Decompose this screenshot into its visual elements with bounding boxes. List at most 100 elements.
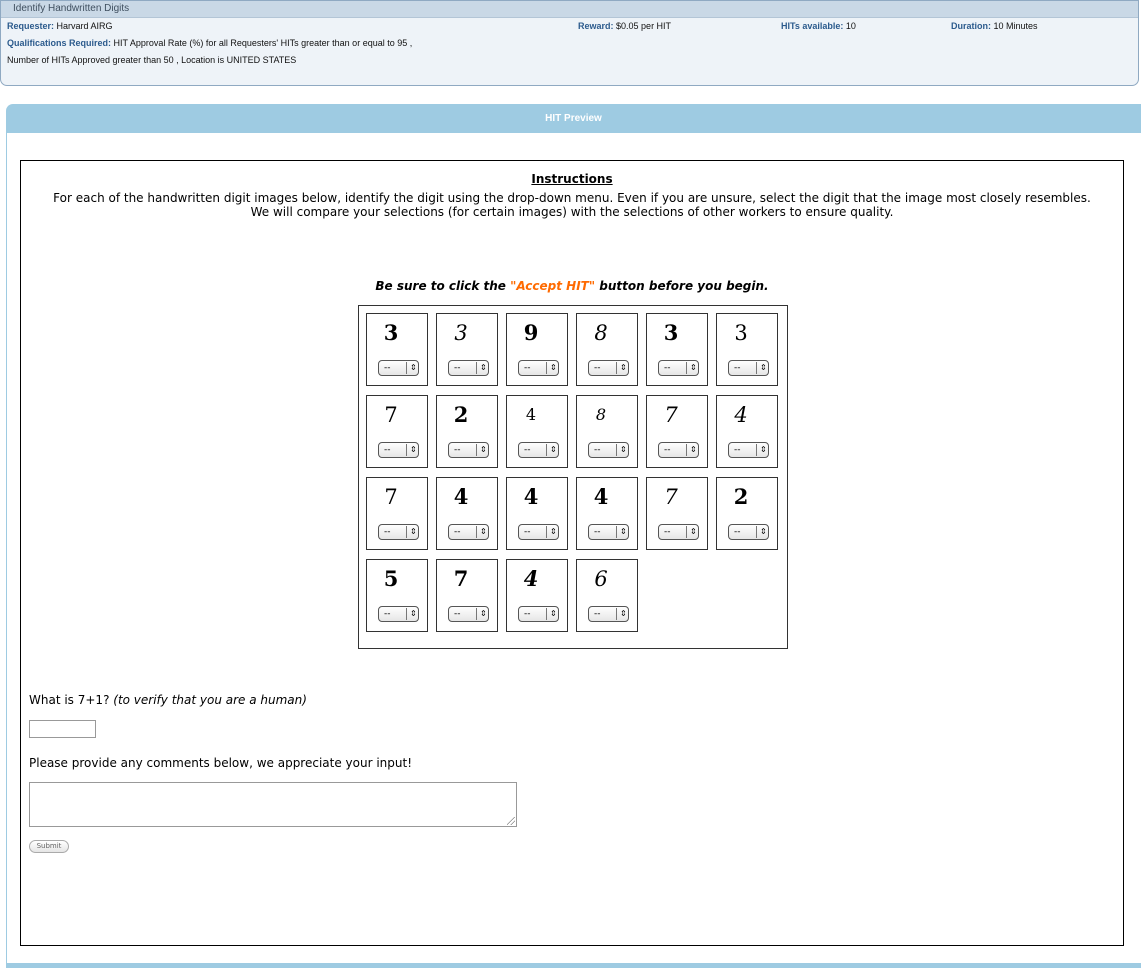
- digit-select-value: --: [594, 609, 601, 619]
- handwritten-digit-image: 7: [664, 485, 678, 509]
- accept-note: Be sure to click the "Accept HIT" button…: [21, 279, 1123, 293]
- select-divider: [616, 444, 617, 456]
- select-divider: [756, 444, 757, 456]
- digit-select[interactable]: -- ⇕: [378, 360, 419, 376]
- quals-label: Qualifications Required:: [7, 38, 112, 48]
- hit-title: Identify Handwritten Digits: [1, 1, 1138, 18]
- digit-select[interactable]: -- ⇕: [728, 442, 769, 458]
- select-divider: [756, 526, 757, 538]
- updown-arrows-icon: ⇕: [410, 527, 417, 536]
- comments-textarea[interactable]: [29, 782, 517, 827]
- requester-label: Requester:: [7, 21, 55, 31]
- digit-select-value: --: [454, 445, 461, 455]
- digit-select[interactable]: -- ⇕: [728, 360, 769, 376]
- handwritten-digit-image: 4: [525, 405, 537, 424]
- digit-select[interactable]: -- ⇕: [588, 442, 629, 458]
- digit-select[interactable]: -- ⇕: [448, 606, 489, 622]
- updown-arrows-icon: ⇕: [690, 445, 697, 454]
- digit-select[interactable]: -- ⇕: [448, 442, 489, 458]
- handwritten-digit-image: 8: [595, 405, 607, 424]
- preview-bottom-border: [6, 963, 1141, 968]
- digit-cell: 4 -- ⇕: [436, 477, 498, 550]
- handwritten-digit-image: 7: [384, 485, 398, 509]
- updown-arrows-icon: ⇕: [480, 527, 487, 536]
- submit-button[interactable]: Submit: [29, 840, 69, 853]
- digit-cell: 6 -- ⇕: [576, 559, 638, 632]
- digit-select[interactable]: -- ⇕: [518, 524, 559, 540]
- handwritten-digit-image: 2: [733, 484, 749, 509]
- handwritten-digit-image: 7: [384, 403, 398, 427]
- digit-select-value: --: [594, 445, 601, 455]
- select-divider: [616, 526, 617, 538]
- instructions-title: Instructions: [531, 172, 613, 186]
- verify-answer-input[interactable]: [29, 720, 96, 738]
- digit-cell: 2 -- ⇕: [716, 477, 778, 550]
- digit-select-value: --: [524, 363, 531, 373]
- digit-select[interactable]: -- ⇕: [378, 442, 419, 458]
- updown-arrows-icon: ⇕: [550, 527, 557, 536]
- digit-select[interactable]: -- ⇕: [588, 360, 629, 376]
- digit-select[interactable]: -- ⇕: [378, 606, 419, 622]
- digit-cell: 7 -- ⇕: [646, 395, 708, 468]
- quals-line2: Number of HITs Approved greater than 50 …: [7, 55, 297, 65]
- handwritten-digit-image: 6: [594, 567, 608, 591]
- digit-select[interactable]: -- ⇕: [518, 606, 559, 622]
- updown-arrows-icon: ⇕: [410, 363, 417, 372]
- resize-grip-icon[interactable]: [507, 817, 515, 825]
- digit-select[interactable]: -- ⇕: [518, 360, 559, 376]
- digit-select[interactable]: -- ⇕: [658, 360, 699, 376]
- handwritten-digit-image: 3: [454, 321, 468, 345]
- select-divider: [476, 444, 477, 456]
- digit-select-value: --: [594, 527, 601, 537]
- digit-select[interactable]: -- ⇕: [728, 524, 769, 540]
- digit-cell: 4 -- ⇕: [506, 395, 568, 468]
- digit-cell: 3 -- ⇕: [436, 313, 498, 386]
- digit-select[interactable]: -- ⇕: [448, 360, 489, 376]
- handwritten-digit-image: 3: [734, 321, 748, 345]
- hit-info-box: Identify Handwritten Digits Requester: H…: [0, 0, 1139, 86]
- digit-select-value: --: [664, 363, 671, 373]
- digit-cell: 8 -- ⇕: [576, 313, 638, 386]
- select-divider: [686, 526, 687, 538]
- digit-select-value: --: [454, 527, 461, 537]
- available-value: 10: [845, 21, 856, 31]
- digit-cell: 7 -- ⇕: [366, 395, 428, 468]
- duration-value: 10 Minutes: [993, 21, 1038, 31]
- updown-arrows-icon: ⇕: [550, 363, 557, 372]
- accept-hit-highlight: "Accept HIT": [510, 279, 596, 293]
- select-divider: [546, 526, 547, 538]
- available-row: HITs available: 10: [781, 20, 856, 32]
- digit-select[interactable]: -- ⇕: [448, 524, 489, 540]
- updown-arrows-icon: ⇕: [410, 609, 417, 618]
- verify-question-hint: (to verify that you are a human): [113, 693, 307, 707]
- handwritten-digit-image: 4: [523, 484, 539, 509]
- digit-select-value: --: [384, 445, 391, 455]
- digit-cell: 3 -- ⇕: [716, 313, 778, 386]
- digit-select[interactable]: -- ⇕: [658, 442, 699, 458]
- reward-value: $0.05 per HIT: [616, 21, 672, 31]
- handwritten-digit-image: 7: [453, 566, 469, 591]
- digit-select[interactable]: -- ⇕: [588, 606, 629, 622]
- digit-select-value: --: [734, 363, 741, 373]
- digit-select[interactable]: -- ⇕: [378, 524, 419, 540]
- verify-question-text: What is 7+1?: [29, 693, 110, 707]
- comments-label: Please provide any comments below, we ap…: [29, 756, 413, 770]
- updown-arrows-icon: ⇕: [690, 527, 697, 536]
- handwritten-digit-image: 3: [663, 320, 679, 345]
- digit-cell: 7 -- ⇕: [366, 477, 428, 550]
- updown-arrows-icon: ⇕: [620, 609, 627, 618]
- digit-select[interactable]: -- ⇕: [588, 524, 629, 540]
- digit-cell: 4 -- ⇕: [506, 559, 568, 632]
- digit-grid: 3 -- ⇕ 3 -- ⇕ 9 -- ⇕ 8 -- ⇕ 3 -- ⇕ 3 -- ⇕ 7 -- ⇕ 2 -- ⇕ 4 -- ⇕ 8 -- ⇕…: [358, 305, 788, 649]
- digit-select[interactable]: -- ⇕: [658, 524, 699, 540]
- quals-line1: HIT Approval Rate (%) for all Requesters…: [113, 38, 413, 48]
- updown-arrows-icon: ⇕: [480, 609, 487, 618]
- select-divider: [546, 608, 547, 620]
- available-label: HITs available:: [781, 21, 844, 31]
- verify-question: What is 7+1? (to verify that you are a h…: [29, 693, 307, 707]
- digit-select-value: --: [384, 527, 391, 537]
- handwritten-digit-image: 5: [383, 566, 399, 591]
- digit-cell: 4 -- ⇕: [506, 477, 568, 550]
- handwritten-digit-image: 4: [453, 484, 469, 509]
- digit-select[interactable]: -- ⇕: [518, 442, 559, 458]
